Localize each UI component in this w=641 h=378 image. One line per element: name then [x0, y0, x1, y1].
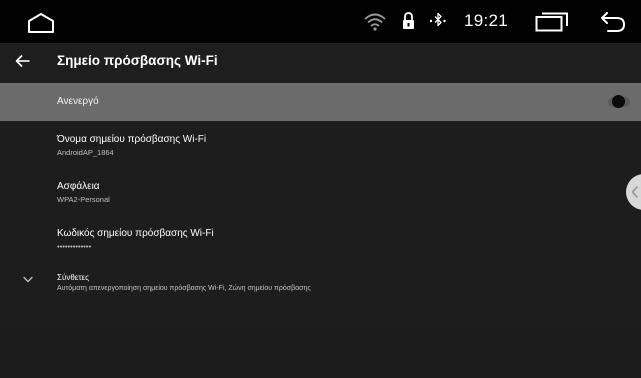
recent-apps-icon[interactable]	[535, 12, 569, 32]
setting-title: Σύνθετες	[57, 273, 89, 282]
home-icon[interactable]	[26, 11, 56, 35]
hotspot-toggle-row[interactable]: Ανενεργό	[0, 83, 641, 121]
setting-security[interactable]: Ασφάλεια WPA2-Personal	[57, 180, 617, 205]
toggle-switch-thumb[interactable]	[612, 95, 625, 108]
chevron-down-icon[interactable]	[23, 276, 33, 283]
setting-value: Αυτόματη απενεργοποίηση σημείου πρόσβαση…	[57, 285, 311, 292]
setting-value: WPA2-Personal	[57, 195, 110, 204]
setting-title: Κωδικός σημείου πρόσβασης Wi-Fi	[57, 228, 214, 239]
status-bar: 19:21	[0, 0, 641, 43]
empty-content-area	[0, 330, 641, 378]
arrow-back-icon[interactable]	[15, 54, 31, 68]
screen: 19:21 Σημείο πρόσβασης Wi-Fi Ανενεργό Όν…	[0, 0, 641, 378]
wifi-icon	[364, 13, 386, 31]
setting-title: Όνομα σημείου πρόσβασης Wi-Fi	[57, 134, 207, 145]
chevron-left-icon	[631, 186, 638, 198]
app-bar: Σημείο πρόσβασης Wi-Fi	[0, 43, 641, 80]
clock: 19:21	[464, 11, 509, 30]
setting-advanced[interactable]: Σύνθετες Αυτόματη απενεργοποίηση σημείου…	[57, 272, 617, 294]
bluetooth-icon	[429, 12, 446, 27]
setting-title: Ασφάλεια	[57, 181, 100, 192]
setting-value: AndroidAP_1864	[57, 148, 114, 157]
setting-value: •••••••••••••	[57, 242, 92, 251]
page-title: Σημείο πρόσβασης Wi-Fi	[57, 53, 218, 68]
setting-hotspot-name[interactable]: Όνομα σημείου πρόσβασης Wi-Fi AndroidAP_…	[57, 133, 617, 158]
toggle-label: Ανενεργό	[57, 96, 99, 107]
setting-hotspot-password[interactable]: Κωδικός σημείου πρόσβασης Wi-Fi ••••••••…	[57, 227, 617, 252]
back-icon[interactable]	[600, 12, 626, 32]
lock-icon	[403, 12, 414, 29]
side-panel-handle[interactable]	[626, 174, 641, 210]
